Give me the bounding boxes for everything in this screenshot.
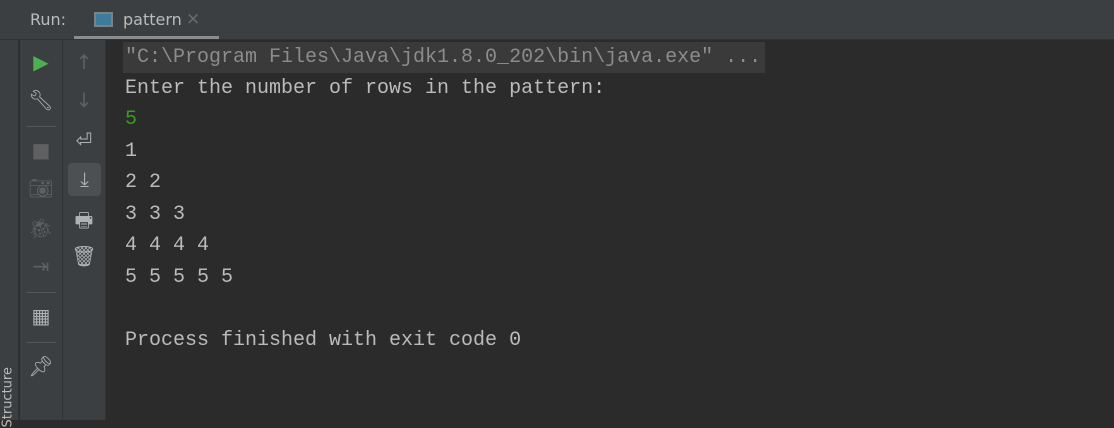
print-icon[interactable]: 🖶 <box>63 206 105 240</box>
layout-icon[interactable]: ▦ <box>20 304 62 328</box>
exit-icon[interactable]: ⇥ <box>20 254 62 278</box>
output-line: 4 4 4 4 <box>125 234 210 257</box>
run-label: Run: <box>30 10 67 29</box>
exit-line: Process finished with exit code 0 <box>125 329 522 352</box>
left-tool-strip: Structure <box>0 40 19 428</box>
arrow-up-icon[interactable]: ↑ <box>63 50 105 74</box>
console-output[interactable]: "C:\Program Files\Java\jdk1.8.0_202\bin\… <box>107 40 1114 420</box>
wrench-icon[interactable]: 🔧︎ <box>20 88 62 112</box>
output-line: 3 3 3 <box>125 203 186 226</box>
divider <box>26 126 56 127</box>
prompt-line: Enter the number of rows in the pattern: <box>125 77 606 100</box>
camera-icon[interactable]: 📷︎ <box>20 176 62 200</box>
structure-tab[interactable]: Structure <box>1 348 16 427</box>
tab-active-indicator <box>74 36 219 39</box>
tab-label: pattern <box>123 10 182 29</box>
run-toolbar: ▶ 🔧︎ ■ 📷︎ 🐞︎ ⇥ ▦ 📌︎ <box>20 40 63 420</box>
divider <box>26 342 56 343</box>
scroll-to-end-icon[interactable]: ⤓ <box>68 163 101 196</box>
console-icon <box>94 12 113 27</box>
rerun-icon[interactable]: ▶ <box>20 50 62 74</box>
arrow-down-icon[interactable]: ↓ <box>63 88 105 112</box>
trash-icon[interactable]: 🗑︎ <box>63 244 105 268</box>
output-line: 2 2 <box>125 171 162 194</box>
console-toolbar: ↑ ↓ ⏎ ⤓ 🖶 🗑︎ <box>63 40 106 420</box>
pin-icon[interactable]: 📌︎ <box>20 354 62 378</box>
user-input-line: 5 <box>125 108 138 131</box>
run-tool-window-header: Run: pattern × <box>0 0 1114 40</box>
command-line: "C:\Program Files\Java\jdk1.8.0_202\bin\… <box>123 42 766 73</box>
tab-pattern[interactable]: pattern × <box>74 0 219 40</box>
close-icon[interactable]: × <box>186 9 200 29</box>
soft-wrap-icon[interactable]: ⏎ <box>63 128 105 152</box>
divider <box>26 292 56 293</box>
output-line: 5 5 5 5 5 <box>125 266 234 289</box>
output-line: 1 <box>125 140 138 163</box>
stop-icon[interactable]: ■ <box>20 138 62 162</box>
debug-icon[interactable]: 🐞︎ <box>20 216 62 240</box>
